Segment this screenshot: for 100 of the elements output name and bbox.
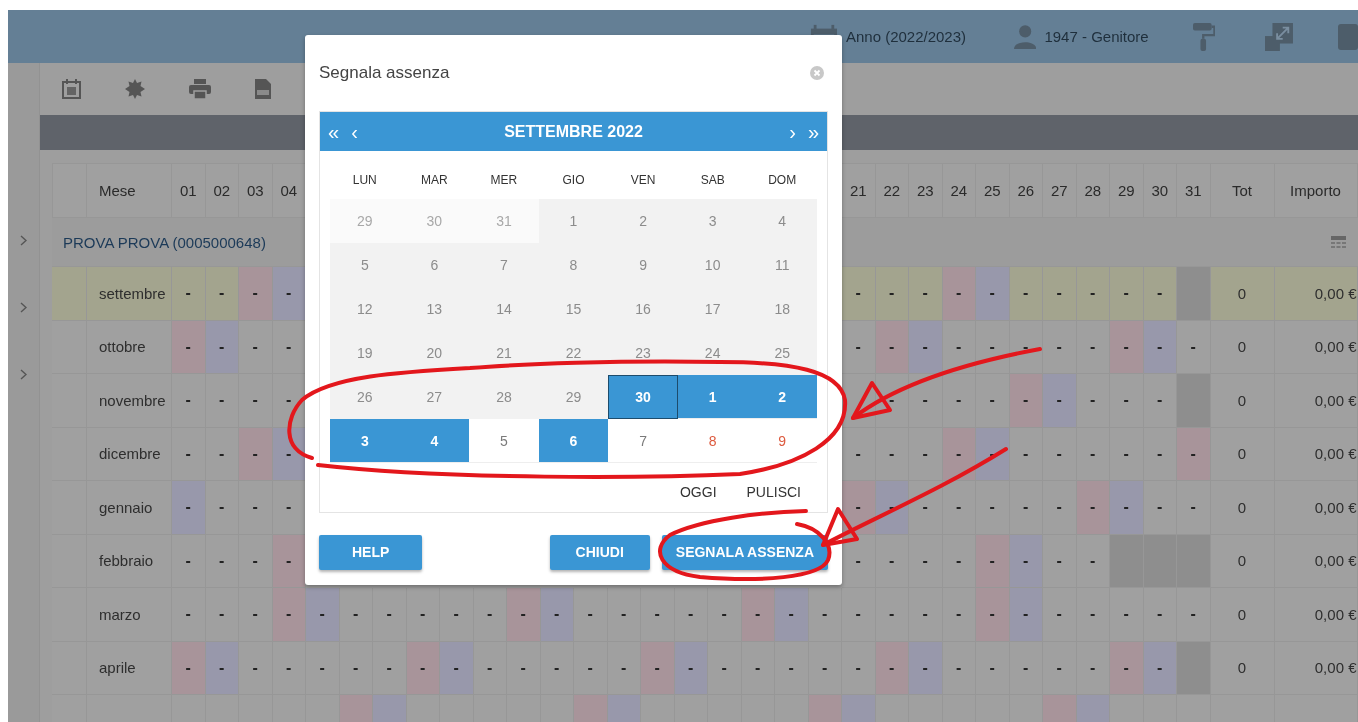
table-cell bbox=[1143, 534, 1177, 588]
calendar-day[interactable]: 1 bbox=[538, 199, 609, 243]
calendar-day[interactable]: 15 bbox=[538, 287, 609, 331]
calendar-day[interactable]: 6 bbox=[538, 419, 609, 463]
nav-arrow[interactable]: › bbox=[789, 121, 796, 142]
month-title[interactable]: SETTEMBRE 2022 bbox=[504, 122, 643, 141]
dialog-button[interactable]: HELP bbox=[319, 534, 423, 570]
table-cell: - bbox=[1043, 320, 1077, 374]
month-cell: gennaio bbox=[87, 481, 172, 535]
table-cell: - bbox=[976, 374, 1010, 428]
calendar-day[interactable]: 11 bbox=[747, 243, 817, 287]
table-cell: - bbox=[641, 588, 675, 642]
calendar-day[interactable]: 5 bbox=[330, 243, 400, 287]
column-header: 23 bbox=[909, 163, 943, 218]
table-cell: - bbox=[172, 267, 206, 321]
table-cell: 0,00 € bbox=[1274, 320, 1358, 374]
calendar-day[interactable]: 29 bbox=[330, 199, 400, 243]
chevron-right-icon[interactable] bbox=[20, 369, 27, 380]
calendar-day[interactable]: 26 bbox=[330, 375, 400, 419]
table-cell: - bbox=[909, 320, 943, 374]
calendar-day[interactable]: 28 bbox=[469, 375, 539, 419]
table-cell: - bbox=[239, 641, 273, 695]
calendar-day[interactable]: 13 bbox=[399, 287, 470, 331]
calendar-day[interactable]: 19 bbox=[330, 331, 400, 375]
table-cell: 0,00 € bbox=[1274, 534, 1358, 588]
expand-icon[interactable] bbox=[1265, 21, 1293, 52]
calendar-action[interactable]: PULISCI bbox=[746, 483, 801, 500]
table-cell: - bbox=[875, 641, 909, 695]
month-cell: ottobre bbox=[87, 320, 172, 374]
calendar-day[interactable]: 31 bbox=[469, 199, 539, 243]
student-name-link[interactable]: PROVA PROVA (0005000648) bbox=[63, 233, 266, 251]
weekday-label: GIO bbox=[561, 172, 586, 189]
table-cell: - bbox=[1110, 588, 1144, 642]
calendar-day[interactable]: 10 bbox=[677, 243, 748, 287]
school-year-label[interactable]: Anno (2022/2023) bbox=[845, 28, 967, 45]
spreadsheet-file-icon[interactable] bbox=[255, 79, 271, 99]
table-cell: - bbox=[272, 267, 306, 321]
calendar-day[interactable]: 18 bbox=[747, 287, 817, 331]
table-cell: - bbox=[942, 481, 976, 535]
close-icon[interactable] bbox=[810, 66, 824, 80]
calendar-day[interactable]: 21 bbox=[469, 331, 539, 375]
chevron-right-icon[interactable] bbox=[20, 235, 27, 246]
table-cell: - bbox=[1143, 641, 1177, 695]
calendar-day[interactable]: 6 bbox=[399, 243, 470, 287]
table-cell: - bbox=[607, 588, 641, 642]
nav-arrow[interactable]: ‹ bbox=[351, 121, 358, 142]
column-header: 02 bbox=[205, 163, 239, 218]
calendar-icon[interactable] bbox=[62, 79, 81, 99]
calendar-action[interactable]: OGGI bbox=[679, 483, 717, 500]
table-icon[interactable] bbox=[1330, 235, 1346, 249]
calendar-day[interactable]: 9 bbox=[608, 243, 678, 287]
calendar-day[interactable]: 3 bbox=[677, 199, 748, 243]
user-label[interactable]: 1947 - Genitore bbox=[1044, 28, 1149, 45]
nav-arrow[interactable]: » bbox=[807, 121, 819, 142]
calendar-day[interactable]: 30 bbox=[399, 199, 470, 243]
print-icon[interactable] bbox=[189, 79, 211, 99]
dialog-button[interactable]: CHIUDI bbox=[549, 534, 650, 570]
table-cell: - bbox=[1076, 641, 1110, 695]
calendar-day[interactable]: 30 bbox=[608, 375, 678, 419]
paint-roller-icon[interactable] bbox=[1192, 21, 1216, 52]
table-cell: - bbox=[239, 427, 273, 481]
calendar-day[interactable]: 14 bbox=[469, 287, 539, 331]
table-cell: - bbox=[909, 641, 943, 695]
table-cell: - bbox=[1110, 320, 1144, 374]
table-cell: - bbox=[272, 588, 306, 642]
calendar-day[interactable]: 3 bbox=[330, 419, 400, 463]
table-cell: - bbox=[172, 374, 206, 428]
table-cell: - bbox=[339, 641, 373, 695]
toolbar-icon[interactable] bbox=[1338, 21, 1358, 52]
month-cell: febbraio bbox=[87, 534, 172, 588]
table-cell: - bbox=[942, 641, 976, 695]
table-cell: - bbox=[440, 588, 474, 642]
table-cell: 0,00 € bbox=[1274, 427, 1358, 481]
calendar-day[interactable]: 16 bbox=[608, 287, 678, 331]
calendar-day[interactable]: 17 bbox=[677, 287, 748, 331]
calendar-day[interactable]: 23 bbox=[608, 331, 678, 375]
table-cell: 0,00 € bbox=[1274, 374, 1358, 428]
calendar-day[interactable]: 8 bbox=[538, 243, 609, 287]
nav-arrow[interactable]: « bbox=[328, 121, 340, 142]
month-cell: settembre bbox=[87, 267, 172, 321]
calendar-day[interactable]: 1 bbox=[677, 375, 748, 419]
table-cell: 0,00 € bbox=[1274, 481, 1358, 535]
calendar-day[interactable]: 7 bbox=[469, 243, 539, 287]
calendar-day[interactable]: 12 bbox=[330, 287, 400, 331]
dialog-button[interactable]: SEGNALA ASSENZA bbox=[661, 534, 828, 570]
calendar-day[interactable]: 27 bbox=[399, 375, 470, 419]
starburst-icon[interactable] bbox=[125, 79, 145, 99]
month-cell: dicembre bbox=[87, 427, 172, 481]
calendar-day[interactable]: 4 bbox=[747, 199, 817, 243]
chevron-right-icon[interactable] bbox=[20, 302, 27, 313]
calendar-day[interactable]: 2 bbox=[608, 199, 678, 243]
calendar-day[interactable]: 29 bbox=[538, 375, 609, 419]
table-cell: - bbox=[976, 641, 1010, 695]
table-cell: - bbox=[239, 374, 273, 428]
calendar-day[interactable]: 2 bbox=[747, 375, 817, 419]
calendar-day[interactable]: 4 bbox=[399, 419, 470, 463]
table-cell: - bbox=[775, 641, 809, 695]
table-cell: - bbox=[574, 588, 608, 642]
calendar-day[interactable]: 25 bbox=[747, 331, 817, 375]
table-cell: - bbox=[1143, 320, 1177, 374]
